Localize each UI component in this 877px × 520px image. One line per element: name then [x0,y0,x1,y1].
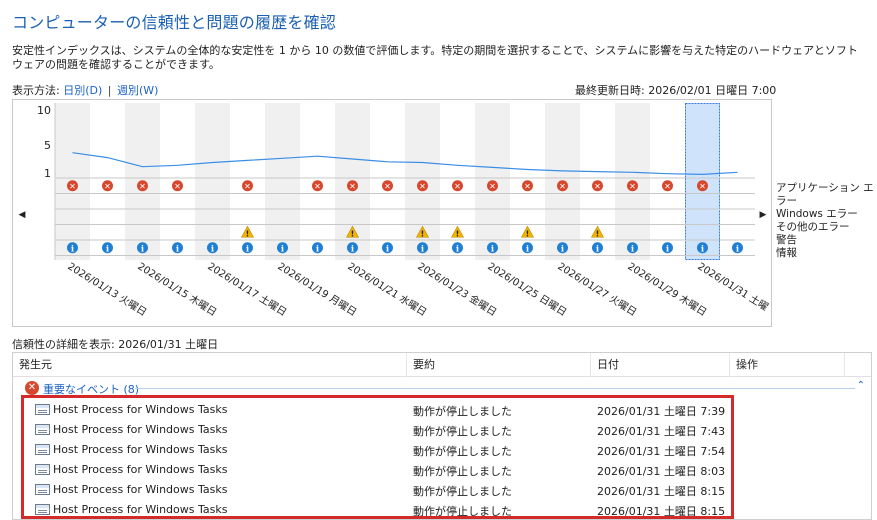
row-date: 2026/01/31 土曜日 8:15 [597,485,726,498]
app-window-icon [35,404,50,415]
day-column [265,103,300,260]
column-source[interactable]: 発生元 [13,353,407,377]
row-summary: 動作が停止しました [413,405,512,418]
error-glyph: ✕ [699,182,706,191]
reliability-chart[interactable]: 10 5 1 ◀ ▶ ✕ i ✕ i ✕ i ✕ i i ✕! i i ✕ i ✕! i ✕ i ✕! i ✕! i ✕ i ✕! i ✕ i ✕… [12,99,772,327]
scroll-right-icon[interactable]: ▶ [760,210,767,220]
error-glyph: ✕ [559,182,566,191]
warning-glyph: ! [456,229,460,238]
day-column [720,103,755,260]
error-glyph: ✕ [384,182,391,191]
row-date: 2026/01/31 土曜日 7:43 [597,425,726,438]
table-row[interactable]: Host Process for Windows Tasks 動作が停止しました… [13,399,871,419]
row-date: 2026/01/31 土曜日 7:39 [597,405,726,418]
error-glyph: ✕ [314,182,321,191]
column-summary[interactable]: 要約 [407,353,591,377]
app-window-icon [35,484,50,495]
group-divider [135,388,855,389]
view-daily-link[interactable]: 日別(D) [63,84,102,97]
critical-events-group[interactable]: ✕ 重要なイベント (8) ⌃ [13,378,871,398]
warning-glyph: ! [526,229,530,238]
view-weekly-link[interactable]: 週別(W) [117,84,158,97]
page-title: コンピューターの信頼性と問題の履歴を確認 [12,13,337,32]
row-source: Host Process for Windows Tasks [53,503,228,516]
legend-windows-errors: Windows エラー [776,208,858,220]
table-row[interactable]: Host Process for Windows Tasks 動作が停止しました… [13,419,871,439]
y-tick-label: 1 [44,167,51,180]
details-label: 信頼性の詳細を表示: 2026/01/31 土曜日 [12,338,219,351]
row-source: Host Process for Windows Tasks [53,483,228,496]
row-date: 2026/01/31 土曜日 7:54 [597,445,726,458]
table-row[interactable]: Host Process for Windows Tasks 動作が停止しました… [13,499,871,519]
view-separator: | [107,84,112,97]
error-glyph: ✕ [174,182,181,191]
row-summary: 動作が停止しました [413,485,512,498]
y-tick-label: 5 [44,139,51,152]
reliability-chart-svg: 1051◀ ▶✕i✕i✕i✕i i✕!i i✕i✕!i✕i✕!i✕!i✕i✕!i✕i✕… [19,103,771,319]
error-glyph: ✕ [454,182,461,191]
error-glyph: ✕ [349,182,356,191]
last-updated-text: 最終更新日時: 2026/02/01 日曜日 7:00 [575,84,777,97]
table-row[interactable]: Host Process for Windows Tasks 動作が停止しました… [13,459,871,479]
error-glyph: ✕ [664,182,671,191]
row-summary: 動作が停止しました [413,425,512,438]
error-glyph: ✕ [139,182,146,191]
view-mode-label: 表示方法: [12,84,60,97]
error-icon: ✕ [25,381,39,395]
x-date-label: 2026/01/31 土曜 [695,260,770,314]
error-glyph: ✕ [69,182,76,191]
error-glyph: ✕ [104,182,111,191]
row-summary: 動作が停止しました [413,505,512,518]
app-window-icon [35,424,50,435]
column-action[interactable]: 操作 [730,353,845,377]
legend-warnings: 警告 [776,234,797,246]
row-source: Host Process for Windows Tasks [53,443,228,456]
warning-glyph: ! [351,229,355,238]
legend-info: 情報 [776,247,797,259]
warning-glyph: ! [421,229,425,238]
row-summary: 動作が停止しました [413,445,512,458]
row-source: Host Process for Windows Tasks [53,403,228,416]
row-source: Host Process for Windows Tasks [53,423,228,436]
view-mode-row: 表示方法: 日別(D) | 週別(W) [12,82,158,98]
day-column [195,103,230,260]
error-glyph: ✕ [244,182,251,191]
table-row[interactable]: Host Process for Windows Tasks 動作が停止しました… [13,439,871,459]
legend-other-errors: その他のエラー [776,221,850,233]
sort-caret-icon: ^ [653,352,662,360]
row-source: Host Process for Windows Tasks [53,463,228,476]
y-tick-label: 10 [37,104,51,117]
table-header: 発生元 要約 日付 操作 ^ [13,353,871,377]
scroll-left-icon[interactable]: ◀ [19,210,26,220]
error-glyph: ✕ [419,182,426,191]
warning-glyph: ! [246,229,250,238]
error-glyph: ✕ [629,182,636,191]
error-glyph: ✕ [489,182,496,191]
row-date: 2026/01/31 土曜日 8:15 [597,505,726,518]
app-window-icon [35,444,50,455]
group-label: 重要なイベント (8) [43,383,140,396]
reliability-details-table: 発生元 要約 日付 操作 ^ ✕ 重要なイベント (8) ⌃ Host Proc… [12,352,872,520]
app-window-icon [35,504,50,515]
app-window-icon [35,464,50,475]
error-glyph: ✕ [594,182,601,191]
error-glyph: ✕ [524,182,531,191]
warning-glyph: ! [596,229,600,238]
table-row[interactable]: Host Process for Windows Tasks 動作が停止しました… [13,479,871,499]
chart-legend: アプリケーション エラー Windows エラー その他のエラー 警告 情報 [776,182,877,260]
row-summary: 動作が停止しました [413,465,512,478]
collapse-icon[interactable]: ⌃ [857,380,865,391]
description-text: 安定性インデックスは、システムの全体的な安定性を 1 から 10 の数値で評価し… [12,44,858,71]
row-date: 2026/01/31 土曜日 8:03 [597,465,726,478]
legend-app-errors: アプリケーション エラー [776,182,874,207]
